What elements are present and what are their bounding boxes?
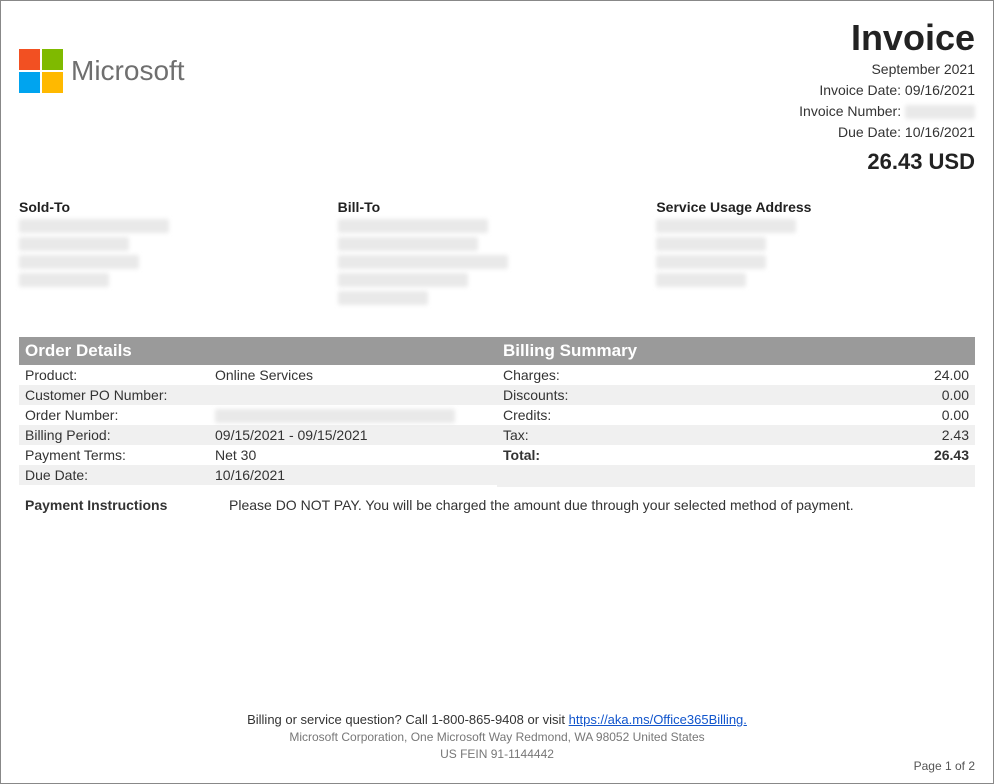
payment-instructions: Payment Instructions Please DO NOT PAY. … [19,497,975,513]
billing-link[interactable]: https://aka.ms/Office365Billing. [569,712,747,727]
footer-fein-line: US FEIN 91-1144442 [1,747,993,761]
invoice-meta: Invoice September 2021 Invoice Date: 09/… [799,19,975,175]
credits-value: 0.00 [879,407,969,423]
payment-instructions-text: Please DO NOT PAY. You will be charged t… [229,497,975,513]
payment-terms-label: Payment Terms: [25,447,215,463]
billing-summary-table: Billing Summary Charges: 24.00 Discounts… [497,337,975,487]
total-label: Total: [503,447,879,463]
due-date-line: Due Date: 10/16/2021 [799,122,975,143]
bill-to-redacted [338,219,498,305]
billing-period: September 2021 [799,59,975,80]
invoice-date-value: 09/16/2021 [905,82,975,98]
due-date-label: Due Date: [838,124,905,140]
order-due-date-label: Due Date: [25,467,215,483]
credits-label: Credits: [503,407,879,423]
payment-terms-value: Net 30 [215,447,491,463]
discounts-label: Discounts: [503,387,879,403]
order-number-label: Order Number: [25,407,215,423]
footer-question-line: Billing or service question? Call 1-800-… [1,712,993,727]
service-usage-label: Service Usage Address [656,199,975,215]
order-number-redacted [215,409,455,423]
invoice-title: Invoice [799,19,975,57]
invoice-date-line: Invoice Date: 09/16/2021 [799,80,975,101]
tables: Order Details Product: Online Services C… [19,337,975,487]
order-details-table: Order Details Product: Online Services C… [19,337,497,487]
footer-question-text: Billing or service question? Call 1-800-… [247,712,569,727]
product-label: Product: [25,367,215,383]
amount-due: 26.43 USD [799,149,975,175]
order-number-value [215,407,491,423]
invoice-number-redacted [905,105,975,119]
charges-label: Charges: [503,367,879,383]
order-due-date-value: 10/16/2021 [215,467,491,483]
microsoft-logo: Microsoft [19,49,185,93]
footer-corp-line: Microsoft Corporation, One Microsoft Way… [1,730,993,744]
discounts-value: 0.00 [879,387,969,403]
addresses: Sold-To Bill-To Service Usage Address [19,199,975,309]
sold-to-redacted [19,219,179,287]
invoice-number-line: Invoice Number: [799,101,975,122]
footer: Billing or service question? Call 1-800-… [1,712,993,761]
total-value: 26.43 [879,447,969,463]
sold-to-label: Sold-To [19,199,338,215]
bill-to-label: Bill-To [338,199,657,215]
due-date-value: 10/16/2021 [905,124,975,140]
order-details-heading: Order Details [19,337,497,365]
brand-text: Microsoft [71,55,185,87]
page-number: Page 1 of 2 [914,759,975,773]
sold-to-column: Sold-To [19,199,338,309]
billing-period-value: 09/15/2021 - 09/15/2021 [215,427,491,443]
invoice-date-label: Invoice Date: [819,82,905,98]
bill-to-column: Bill-To [338,199,657,309]
header: Microsoft Invoice September 2021 Invoice… [19,19,975,175]
po-label: Customer PO Number: [25,387,215,403]
microsoft-tiles-icon [19,49,63,93]
service-usage-column: Service Usage Address [656,199,975,309]
payment-instructions-label: Payment Instructions [19,497,229,513]
tax-value: 2.43 [879,427,969,443]
billing-period-label: Billing Period: [25,427,215,443]
charges-value: 24.00 [879,367,969,383]
billing-summary-heading: Billing Summary [497,337,975,365]
invoice-number-label: Invoice Number: [799,103,901,119]
product-value: Online Services [215,367,491,383]
service-usage-redacted [656,219,816,287]
po-value [215,387,491,403]
tax-label: Tax: [503,427,879,443]
